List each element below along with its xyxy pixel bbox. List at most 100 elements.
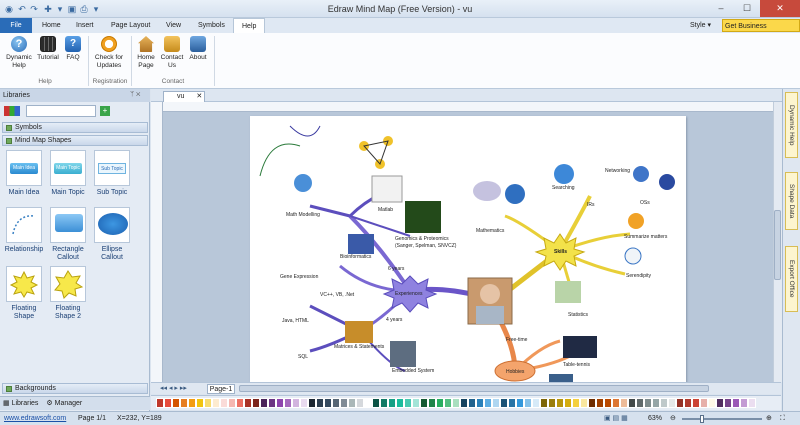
color-swatch[interactable] <box>484 398 492 408</box>
vertical-scroll-thumb[interactable] <box>774 210 781 280</box>
color-swatch[interactable] <box>324 398 332 408</box>
color-swatch[interactable] <box>548 398 556 408</box>
zoom-in-icon[interactable]: ⊕ <box>766 412 772 425</box>
node-searching[interactable]: Searching <box>552 185 575 191</box>
color-swatch[interactable] <box>292 398 300 408</box>
node-math-modelling[interactable]: Math Modelling <box>286 212 320 218</box>
color-swatch[interactable] <box>684 398 692 408</box>
color-swatch[interactable] <box>220 398 228 408</box>
node-oss[interactable]: OSs <box>640 200 650 206</box>
color-swatch[interactable] <box>444 398 452 408</box>
color-swatch[interactable] <box>700 398 708 408</box>
color-swatch[interactable] <box>164 398 172 408</box>
zoom-slider[interactable] <box>682 418 762 420</box>
color-swatch[interactable] <box>620 398 628 408</box>
page-nav-arrows-icon[interactable]: ◂◂ ◂ ▸ ▸▸ <box>160 384 187 392</box>
color-swatch[interactable] <box>564 398 572 408</box>
color-swatch[interactable] <box>308 398 316 408</box>
tab-home[interactable]: Home <box>34 18 69 33</box>
node-gene-expression[interactable]: Gene Expression <box>280 274 318 280</box>
node-networking[interactable]: Networking <box>605 168 630 174</box>
close-icon[interactable]: ✕ <box>196 93 202 100</box>
color-swatch[interactable] <box>740 398 748 408</box>
shape-rectangle-callout[interactable]: Rectangle Callout <box>48 207 88 262</box>
color-swatch[interactable] <box>228 398 236 408</box>
color-swatch[interactable] <box>540 398 548 408</box>
color-swatch[interactable] <box>580 398 588 408</box>
home-page-button[interactable]: Home Page <box>133 36 159 70</box>
color-swatch[interactable] <box>468 398 476 408</box>
color-swatch[interactable] <box>420 398 428 408</box>
color-swatch[interactable] <box>284 398 292 408</box>
horizontal-scroll-thumb[interactable] <box>239 385 709 392</box>
tab-shape-data[interactable]: Shape Data <box>785 172 798 230</box>
color-swatch[interactable] <box>412 398 420 408</box>
maximize-button[interactable]: ☐ <box>734 0 760 17</box>
color-swatch[interactable] <box>748 398 756 408</box>
tutorial-button[interactable]: Tutorial <box>35 36 61 62</box>
minimize-button[interactable]: – <box>708 0 734 17</box>
close-button[interactable]: ✕ <box>760 0 800 17</box>
color-swatch[interactable] <box>532 398 540 408</box>
color-swatch[interactable] <box>436 398 444 408</box>
shape-relationship[interactable]: Relationship <box>4 207 44 254</box>
tab-page-layout[interactable]: Page Layout <box>103 18 158 33</box>
color-swatch[interactable] <box>404 398 412 408</box>
document-tab-vu[interactable]: vu ✕ <box>163 91 205 102</box>
section-symbols[interactable]: Symbols <box>2 122 148 133</box>
library-search-input[interactable] <box>26 105 96 117</box>
color-swatch[interactable] <box>188 398 196 408</box>
color-swatch[interactable] <box>396 398 404 408</box>
node-statistics[interactable]: Statistics <box>568 312 588 318</box>
color-swatch[interactable] <box>572 398 580 408</box>
color-swatch[interactable] <box>236 398 244 408</box>
color-swatch[interactable] <box>652 398 660 408</box>
tab-view[interactable]: View <box>158 18 189 33</box>
color-swatch[interactable] <box>524 398 532 408</box>
node-serendipity[interactable]: Serendipity <box>626 273 651 279</box>
page-tab-page-1[interactable]: Page-1 <box>207 384 235 394</box>
zoom-slider-thumb[interactable] <box>700 415 704 423</box>
node-mathematics[interactable]: Mathematics <box>476 228 504 234</box>
color-swatch[interactable] <box>332 398 340 408</box>
node-genomics-detail[interactable]: (Sanger, Spelman, SNVCZ) <box>395 243 456 249</box>
view-mode-icons[interactable]: ▣ ▤ ▦ <box>604 412 628 425</box>
shape-floating-shape-2[interactable]: Floating Shape 2 <box>48 266 88 321</box>
color-swatch[interactable] <box>452 398 460 408</box>
color-swatch[interactable] <box>260 398 268 408</box>
tab-help[interactable]: Help <box>233 18 265 33</box>
color-swatch[interactable] <box>212 398 220 408</box>
section-backgrounds[interactable]: Backgrounds <box>2 383 148 394</box>
color-swatch[interactable] <box>348 398 356 408</box>
shape-main-idea[interactable]: Main Idea Main Idea <box>4 150 44 197</box>
library-menu-icon[interactable] <box>4 106 20 116</box>
node-hobbies[interactable]: Hobbies <box>506 369 524 375</box>
color-swatch[interactable] <box>172 398 180 408</box>
node-sql[interactable]: SQL <box>298 354 308 360</box>
color-swatch[interactable] <box>636 398 644 408</box>
add-library-icon[interactable]: + <box>100 106 110 116</box>
check-for-updates-button[interactable]: Check for Updates <box>91 36 127 70</box>
color-swatch[interactable] <box>732 398 740 408</box>
color-swatch[interactable] <box>660 398 668 408</box>
tab-symbols[interactable]: Symbols <box>190 18 233 33</box>
color-swatch[interactable] <box>156 398 164 408</box>
color-swatch[interactable] <box>388 398 396 408</box>
color-swatch[interactable] <box>268 398 276 408</box>
node-matrices[interactable]: Matrices & Statements <box>334 344 384 350</box>
about-button[interactable]: About <box>185 36 211 62</box>
node-table-tennis[interactable]: Table-tennis <box>563 362 590 368</box>
color-swatch[interactable] <box>708 398 716 408</box>
zoom-out-icon[interactable]: ⊖ <box>670 412 676 425</box>
node-free-time[interactable]: Free-time <box>506 337 527 343</box>
node-experiences[interactable]: Experiences <box>395 291 423 297</box>
color-swatch[interactable] <box>628 398 636 408</box>
shape-sub-topic[interactable]: Sub Topic Sub Topic <box>92 150 132 197</box>
color-swatch[interactable] <box>300 398 308 408</box>
shape-main-topic[interactable]: Main Topic Main Topic <box>48 150 88 197</box>
color-swatch[interactable] <box>316 398 324 408</box>
color-swatch[interactable] <box>180 398 188 408</box>
color-swatch[interactable] <box>380 398 388 408</box>
color-swatch[interactable] <box>252 398 260 408</box>
color-swatch[interactable] <box>612 398 620 408</box>
